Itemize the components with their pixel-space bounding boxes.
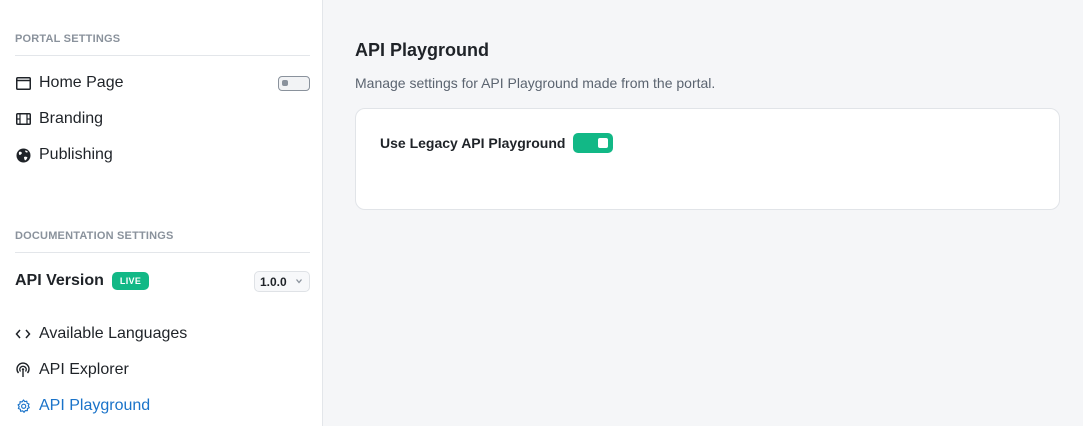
sidebar-item-label: Home Page: [39, 74, 124, 91]
documentation-settings-divider: [15, 252, 310, 253]
sidebar-item-label: Publishing: [39, 146, 113, 163]
api-version-label: API Version: [15, 272, 104, 289]
gear-icon: [15, 398, 31, 414]
sidebar-item-api-explorer[interactable]: API Explorer: [15, 359, 129, 381]
portal-settings-divider: [15, 55, 310, 56]
page-title: API Playground: [355, 40, 490, 60]
sidebar-item-branding[interactable]: Branding: [15, 108, 103, 130]
api-version-select[interactable]: 1.0.0: [254, 271, 310, 292]
documentation-settings-heading: DOCUMENTATION SETTINGS: [15, 230, 174, 242]
live-status-badge: LIVE: [111, 272, 150, 290]
window-icon: [15, 75, 31, 91]
settings-card: Use Legacy API Playground: [355, 108, 1060, 210]
sidebar-item-api-playground[interactable]: API Playground: [15, 395, 150, 417]
sidebar-item-label: API Explorer: [39, 361, 129, 378]
sidebar-item-label: Branding: [39, 110, 104, 127]
broadcast-icon: [15, 362, 31, 378]
sidebar-item-home-page[interactable]: Home Page: [15, 72, 124, 94]
home-page-toggle[interactable]: [278, 76, 310, 91]
sidebar-item-label: Available Languages: [39, 325, 188, 342]
code-icon: [15, 326, 31, 342]
chevron-down-icon: [296, 279, 302, 284]
api-version-row: API Version LIVE: [15, 270, 150, 292]
api-version-value: 1.0.0: [260, 274, 287, 289]
sidebar-item-available-languages[interactable]: Available Languages: [15, 323, 187, 345]
legacy-playground-setting: Use Legacy API Playground: [380, 133, 614, 153]
toggle-knob: [282, 80, 288, 86]
film-icon: [15, 111, 31, 127]
settings-sidebar: PORTAL SETTINGS Home Page Branding Publi…: [0, 0, 323, 426]
toggle-knob: [598, 138, 609, 148]
globe-icon: [15, 147, 31, 163]
legacy-playground-toggle[interactable]: [573, 133, 614, 153]
sidebar-item-publishing[interactable]: Publishing: [15, 144, 113, 166]
sidebar-item-label: API Playground: [39, 397, 151, 414]
legacy-playground-label: Use Legacy API Playground: [380, 135, 566, 151]
portal-settings-heading: PORTAL SETTINGS: [15, 33, 121, 45]
page-description: Manage settings for API Playground made …: [355, 75, 716, 91]
